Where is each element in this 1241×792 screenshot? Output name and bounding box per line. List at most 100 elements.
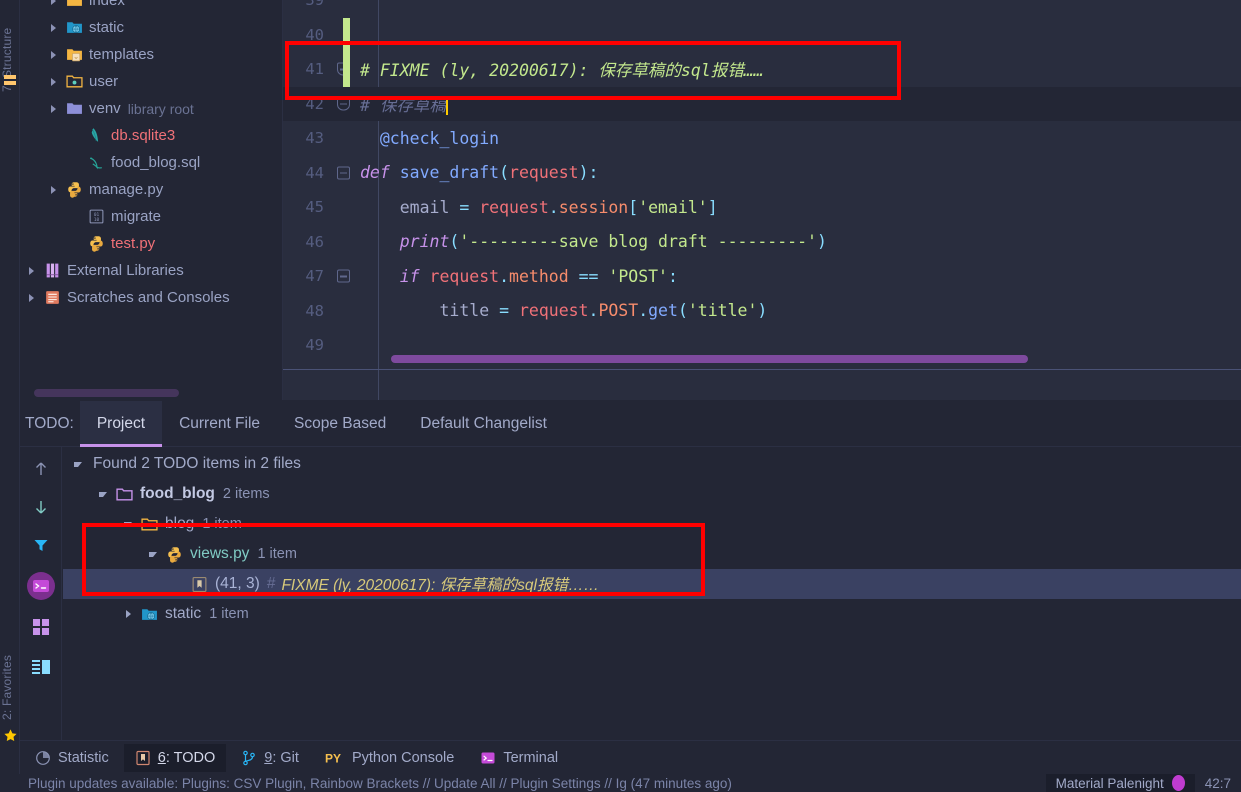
line-number: 39 bbox=[305, 0, 324, 10]
line-number: 42 bbox=[305, 94, 324, 113]
project-tree-item[interactable]: venv library root bbox=[20, 95, 283, 122]
bottom-tool-todo[interactable]: 6: TODO bbox=[123, 743, 227, 772]
chevron-right-icon[interactable] bbox=[42, 185, 64, 194]
todo-tab-project[interactable]: Project bbox=[79, 400, 163, 447]
bottom-tool-statistic[interactable]: Statistic bbox=[24, 744, 120, 772]
project-tree-item[interactable]: index bbox=[20, 0, 283, 14]
project-tree-item[interactable]: templates bbox=[20, 41, 283, 68]
tool-label: Terminal bbox=[503, 749, 559, 766]
bottom-tool-python-console[interactable]: PY Python Console bbox=[314, 744, 465, 772]
folder-web-icon bbox=[64, 19, 84, 36]
code-line[interactable]: 42 # 保存草稿 bbox=[283, 86, 1241, 121]
project-tree-item[interactable]: user bbox=[20, 68, 283, 95]
chevron-down-icon[interactable] bbox=[67, 461, 89, 467]
project-tree-item-label: db.sqlite3 bbox=[111, 127, 176, 144]
code-line-text: def save_draft(request): bbox=[360, 163, 599, 183]
code-line-text: print('---------save blog draft --------… bbox=[399, 232, 827, 252]
project-tree-item[interactable]: food_blog.sql bbox=[20, 149, 283, 176]
project-tree-item[interactable]: static bbox=[20, 14, 283, 41]
code-line[interactable]: 47 if request.method == 'POST': bbox=[283, 259, 1241, 294]
chevron-right-icon[interactable] bbox=[42, 23, 64, 32]
line-number: 43 bbox=[305, 129, 324, 148]
theme-name: Material Palenight bbox=[1055, 775, 1164, 791]
code-line[interactable]: 43 @check_login bbox=[283, 121, 1241, 156]
star-icon bbox=[3, 728, 18, 743]
terminal-icon bbox=[480, 750, 496, 766]
status-message[interactable]: Plugin updates available: Plugins: CSV P… bbox=[28, 776, 732, 791]
bottom-tool-terminal[interactable]: Terminal bbox=[469, 744, 569, 772]
todo-item-row[interactable]: (41, 3) # FIXME (ly, 20200617): 保存草稿的sql报错… bbox=[63, 569, 1241, 599]
todo-node-label: views.py bbox=[190, 545, 250, 562]
filter-button[interactable] bbox=[29, 533, 53, 557]
chevron-down-icon[interactable] bbox=[92, 491, 114, 497]
chevron-right-icon[interactable] bbox=[20, 266, 42, 275]
code-line[interactable]: 40 bbox=[283, 17, 1241, 52]
folder-module-pink-icon bbox=[114, 486, 134, 503]
editor-bottom-border bbox=[283, 369, 1241, 370]
chevron-right-icon[interactable] bbox=[42, 50, 64, 59]
todo-node-label: static bbox=[165, 605, 202, 622]
code-line[interactable]: 39 bbox=[283, 0, 1241, 18]
todo-group-row[interactable]: Found 2 TODO items in 2 files bbox=[63, 449, 1241, 479]
project-tree-item-label: food_blog.sql bbox=[111, 154, 201, 171]
project-tree-item[interactable]: External Libraries bbox=[20, 257, 283, 284]
todo-group-row[interactable]: blog 1 item bbox=[63, 509, 1241, 539]
todo-group-row[interactable]: views.py 1 item bbox=[63, 539, 1241, 569]
todo-group-row[interactable]: static 1 item bbox=[63, 599, 1241, 629]
bottom-tool-window-bar: Statistic 6: TODO 9: Git PY Python Console Te… bbox=[20, 740, 1241, 774]
project-tree-item-label: test.py bbox=[111, 235, 156, 252]
project-tree-item[interactable]: Scratches and Consoles bbox=[20, 284, 283, 311]
code-line[interactable]: 46 print('---------save blog draft -----… bbox=[283, 225, 1241, 260]
console-button[interactable] bbox=[26, 571, 56, 601]
todo-tab-bar: TODO: Project Current File Scope Based Defa… bbox=[20, 400, 1241, 447]
bottom-tool-git[interactable]: 9: Git bbox=[230, 744, 310, 772]
project-horizontal-scrollbar[interactable] bbox=[34, 389, 179, 397]
group-by-modules-button[interactable] bbox=[29, 615, 53, 639]
theme-indicator[interactable]: Material Palenight bbox=[1045, 774, 1195, 792]
line-number: 40 bbox=[305, 25, 324, 44]
chevron-right-icon[interactable] bbox=[117, 610, 139, 618]
code-line[interactable]: 44 def save_draft(request): bbox=[283, 156, 1241, 191]
code-line[interactable]: 41 # FIXME (ly, 20200617): 保存草稿的sql报错…… bbox=[283, 52, 1241, 87]
chevron-right-icon[interactable] bbox=[42, 77, 64, 86]
text-caret bbox=[445, 95, 448, 115]
code-line[interactable]: 48 title = request.POST.get('title') bbox=[283, 294, 1241, 329]
todo-results-tree[interactable]: Found 2 TODO items in 2 files food_blog 2 … bbox=[63, 447, 1241, 740]
preview-source-button[interactable] bbox=[29, 655, 53, 679]
project-tree-item[interactable]: manage.py bbox=[20, 176, 283, 203]
todo-tab-scope-based[interactable]: Scope Based bbox=[277, 401, 403, 447]
chevron-right-icon[interactable] bbox=[42, 104, 64, 113]
editor-horizontal-scrollbar[interactable] bbox=[391, 355, 1028, 363]
chevron-down-icon[interactable] bbox=[142, 551, 164, 557]
python-console-icon: PY bbox=[325, 750, 345, 766]
bookmark-icon bbox=[189, 576, 209, 593]
chevron-right-icon[interactable] bbox=[20, 293, 42, 302]
previous-occurrence-button[interactable] bbox=[29, 457, 53, 481]
code-editor[interactable]: 39 40 41 # FIXME (ly, 20200617): 保存草稿的sql报错… bbox=[283, 0, 1241, 400]
left-tool-strip: 7: Structure 2: Favorites bbox=[0, 0, 20, 792]
python-icon bbox=[164, 546, 184, 563]
todo-node-count: 1 item bbox=[209, 606, 249, 622]
next-occurrence-button[interactable] bbox=[29, 495, 53, 519]
binary-file-icon: 01 10 bbox=[86, 208, 106, 225]
todo-group-row[interactable]: food_blog 2 items bbox=[63, 479, 1241, 509]
chevron-down-icon[interactable] bbox=[117, 521, 139, 527]
project-tree-panel[interactable]: index static templates user venv library root… bbox=[20, 0, 283, 400]
line-number: 45 bbox=[305, 198, 324, 217]
folder-venv-icon bbox=[64, 100, 84, 117]
project-tree-item[interactable]: db.sqlite3 bbox=[20, 122, 283, 149]
todo-tab-default-changelist[interactable]: Default Changelist bbox=[403, 401, 564, 447]
code-line[interactable]: 45 email = request.session['email'] bbox=[283, 190, 1241, 225]
todo-node-label: food_blog bbox=[140, 485, 215, 502]
project-tree-item[interactable]: test.py bbox=[20, 230, 283, 257]
todo-tab-current-file[interactable]: Current File bbox=[162, 401, 277, 447]
todo-position: (41, 3) bbox=[215, 575, 260, 592]
line-number: 48 bbox=[305, 301, 324, 320]
vcs-change-marker[interactable] bbox=[343, 17, 350, 52]
caret-position[interactable]: 42:7 bbox=[1205, 776, 1231, 791]
structure-icon bbox=[3, 74, 18, 89]
vcs-change-marker[interactable] bbox=[343, 52, 350, 87]
sidebar-item-favorites[interactable]: 2: Favorites bbox=[0, 628, 20, 720]
chevron-right-icon[interactable] bbox=[42, 0, 64, 5]
project-tree-item[interactable]: 01 10 migrate bbox=[20, 203, 283, 230]
